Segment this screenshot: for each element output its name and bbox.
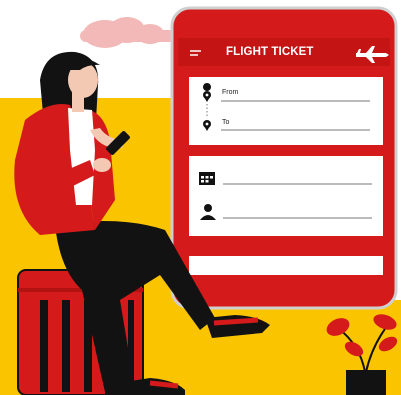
cloud-icon (80, 17, 175, 48)
submit-bar[interactable] (189, 256, 383, 275)
flight-ticket-title: FLIGHT TICKET (226, 46, 314, 58)
to-field-label: To (222, 119, 230, 126)
calendar-icon (199, 172, 215, 185)
from-field-label: From (222, 89, 239, 96)
illustration-scene (0, 6, 401, 395)
route-card (189, 77, 383, 145)
details-card (189, 156, 383, 236)
